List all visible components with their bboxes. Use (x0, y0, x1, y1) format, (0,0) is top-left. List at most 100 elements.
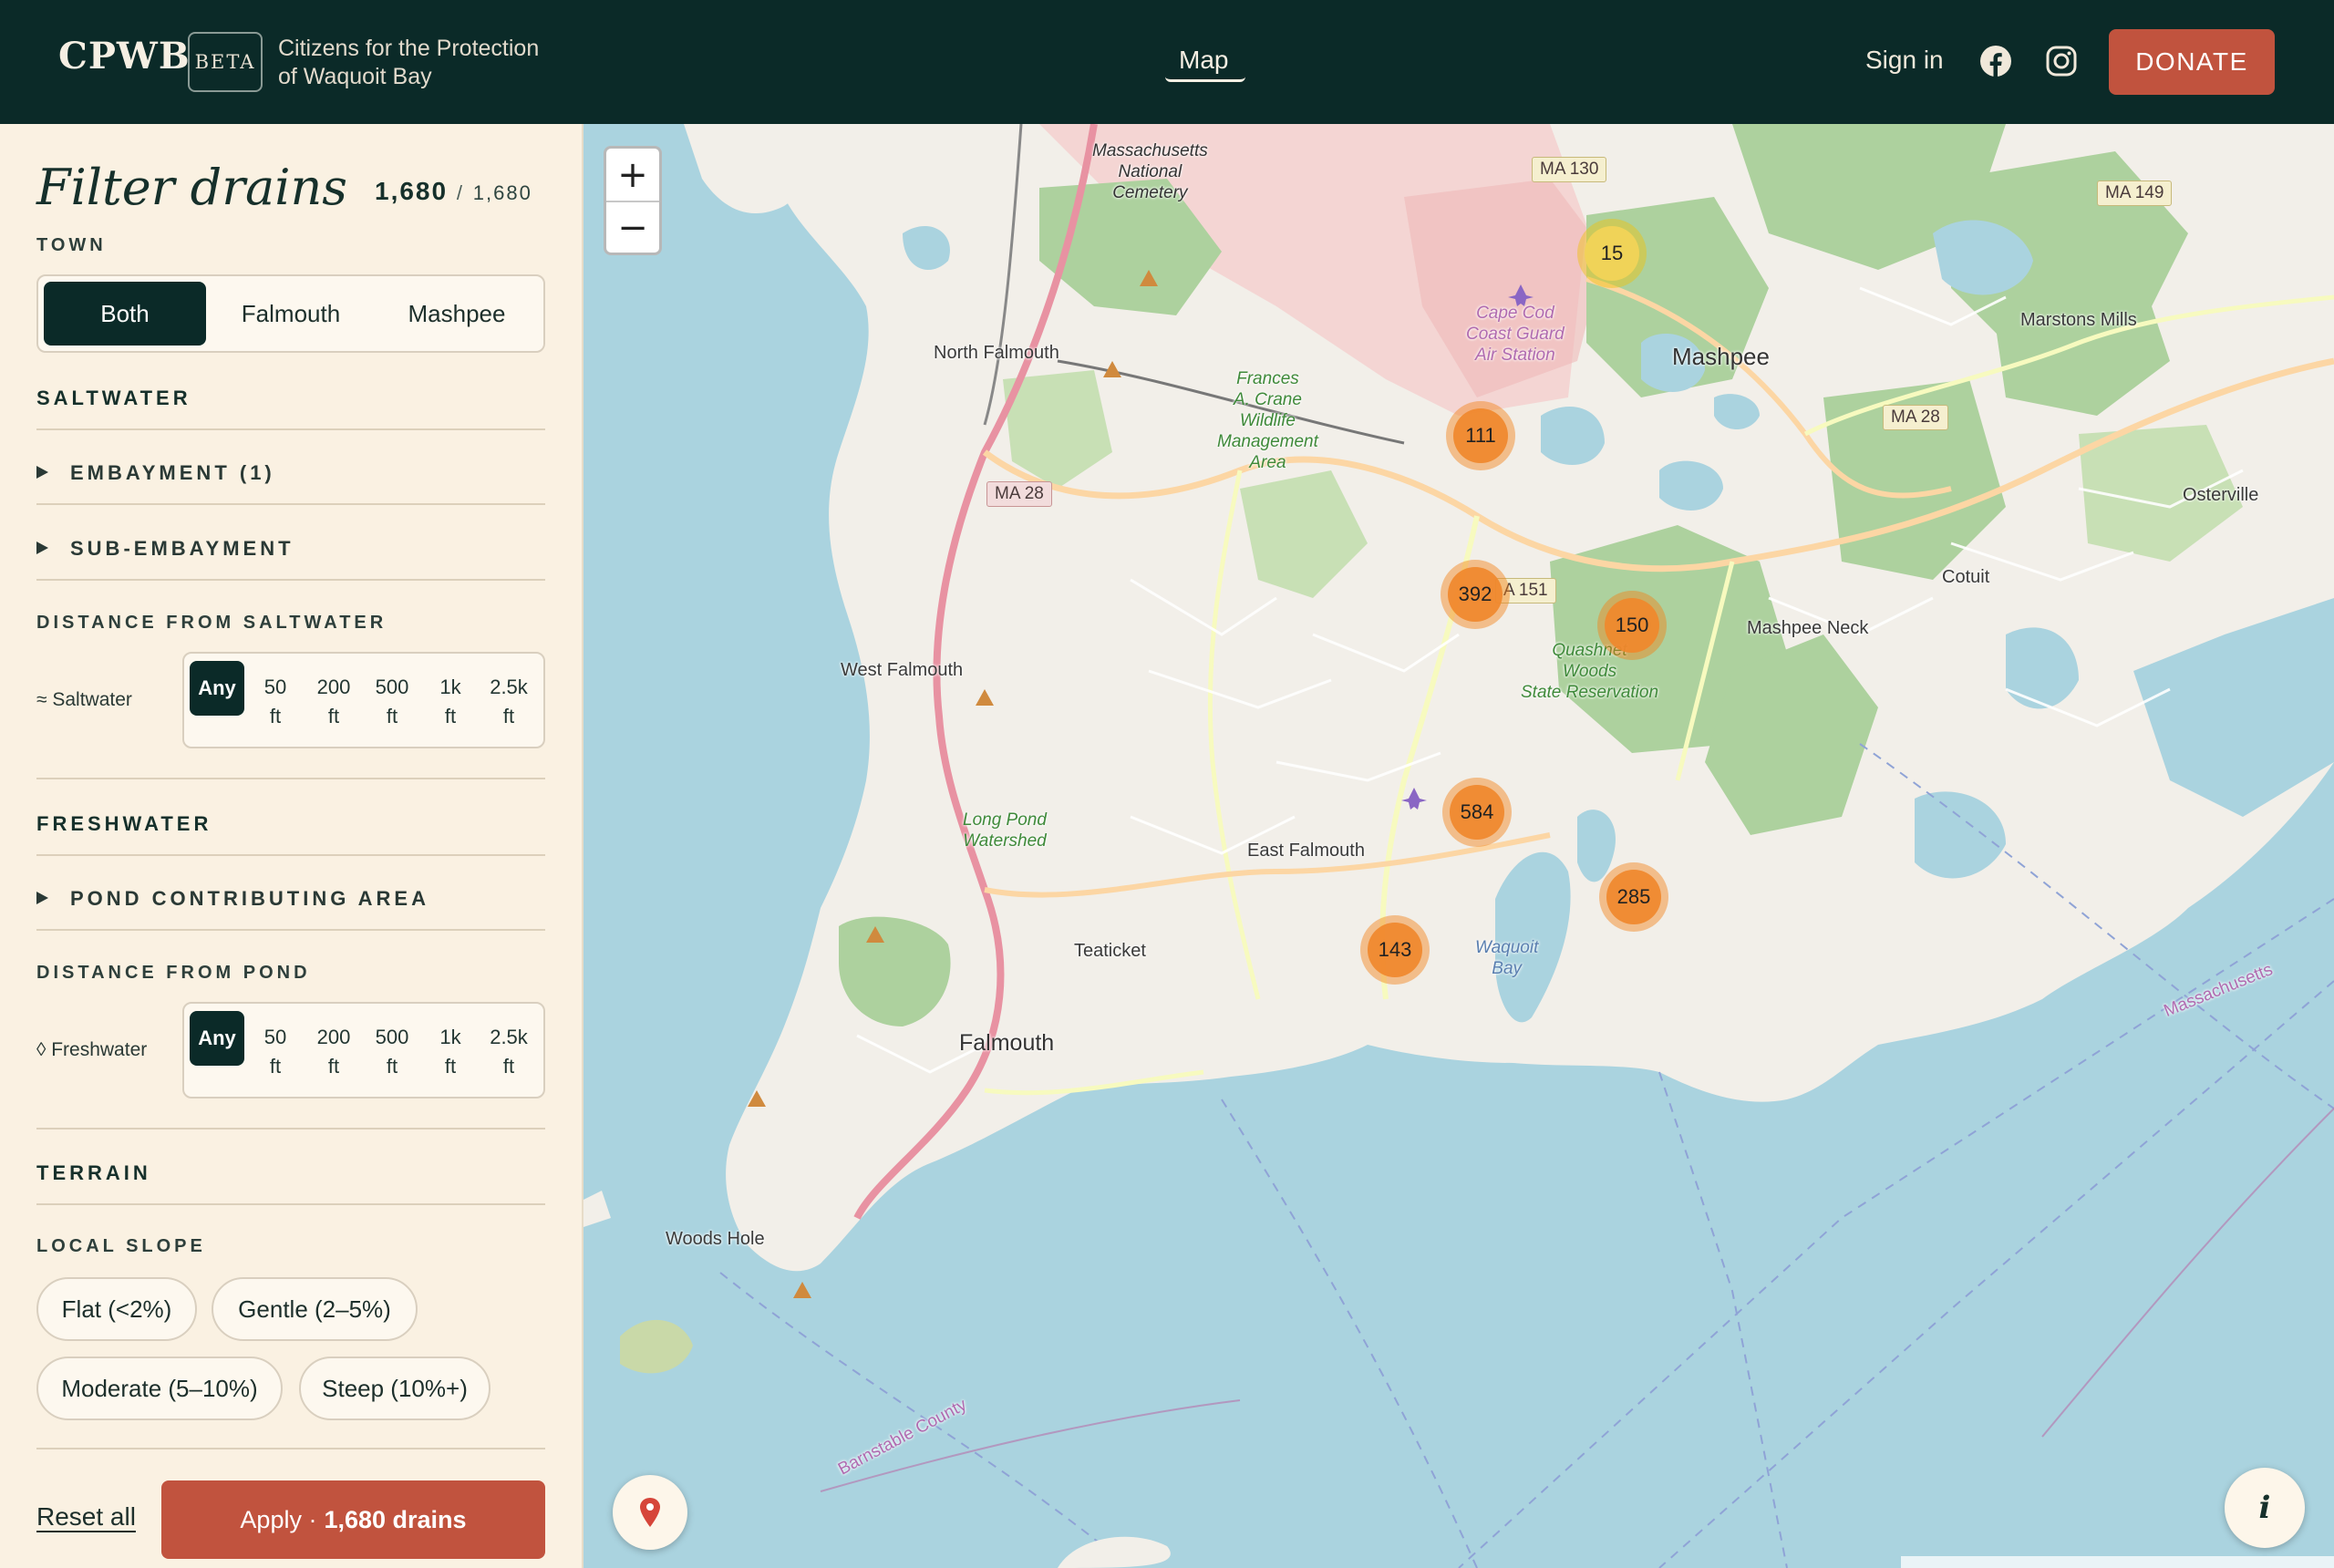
salt-dist-2-5k[interactable]: 2.5k ft (481, 661, 536, 739)
embayment-toggle[interactable]: EMBAYMENT (1) (36, 461, 275, 485)
divider (36, 579, 545, 581)
map-pin-icon (640, 1498, 660, 1527)
instagram-icon[interactable] (2045, 45, 2078, 77)
map-label-osterville: Osterville (2183, 485, 2259, 505)
drain-cluster-count: 143 (1368, 923, 1422, 977)
drain-count-separator: / (456, 181, 464, 204)
drain-cluster-marker[interactable]: 285 (1599, 862, 1668, 932)
map-label-mashpee: Mashpee (1672, 343, 1770, 370)
drain-cluster-count: 584 (1450, 785, 1504, 840)
divider (36, 929, 545, 931)
drain-cluster-count: 111 (1453, 408, 1508, 463)
slope-steep-chip[interactable]: Steep (10%+) (299, 1357, 491, 1420)
reset-all-link[interactable]: Reset all (36, 1502, 136, 1532)
drain-cluster-marker[interactable]: 392 (1441, 560, 1510, 629)
drain-count-total: 1,680 (472, 181, 532, 204)
org-name-line2: of Waquoit Bay (278, 64, 432, 89)
salt-dist-50[interactable]: 50 ft (248, 661, 303, 739)
map-label-crane-wma: Frances A. Crane Wildlife Management Area (1217, 369, 1318, 472)
drain-count: 1,680 / 1,680 (375, 177, 532, 206)
expand-triangle-icon (36, 542, 48, 555)
map-label-mashpee-neck: Mashpee Neck (1747, 618, 1869, 638)
facebook-icon[interactable] (1979, 45, 2012, 77)
saltwater-distance-selector: Any 50 ft 200 ft 500 ft 1k ft 2.5k ft (182, 652, 545, 748)
drain-count-shown: 1,680 (375, 177, 449, 205)
salt-dist-200[interactable]: 200 ft (306, 661, 361, 739)
slope-flat-chip[interactable]: Flat (<2%) (36, 1277, 197, 1341)
salt-dist-any[interactable]: Any (190, 661, 244, 716)
beta-badge: BETA (188, 32, 263, 92)
salt-dist-50-value: 50 (263, 676, 287, 698)
apply-count: 1,680 drains (324, 1505, 467, 1533)
drain-cluster-count: 392 (1448, 567, 1503, 622)
locate-button[interactable] (613, 1475, 687, 1550)
top-header: CPWB BETA Citizens for the Protection of… (0, 0, 2334, 124)
pond-dist-200-value: 200 (316, 1026, 351, 1048)
pond-dist-50-unit: ft (269, 1055, 282, 1078)
map-label-teaticket: Teaticket (1074, 941, 1146, 961)
salt-dist-200-value: 200 (316, 676, 351, 698)
distance-saltwater-label: DISTANCE FROM SALTWATER (36, 613, 387, 633)
pond-dist-2-5k[interactable]: 2.5k ft (481, 1011, 536, 1089)
town-option-both[interactable]: Both (44, 282, 206, 346)
pond-dist-1k-value: 1k (439, 1026, 461, 1048)
map-shield-ma130: MA 130 (1532, 157, 1607, 182)
pond-area-toggle[interactable]: POND CONTRIBUTING AREA (36, 887, 429, 911)
town-option-falmouth[interactable]: Falmouth (210, 282, 372, 346)
slope-moderate-chip[interactable]: Moderate (5–10%) (36, 1357, 283, 1420)
salt-dist-500-value: 500 (375, 676, 409, 698)
info-button[interactable]: i (2225, 1468, 2305, 1548)
nav-map-link[interactable]: Map (1179, 46, 1228, 75)
pond-dist-200[interactable]: 200 ft (306, 1011, 361, 1089)
salt-dist-1k[interactable]: 1k ft (423, 661, 478, 739)
pond-dist-500-value: 500 (375, 1026, 409, 1048)
expand-triangle-icon (36, 892, 48, 905)
distance-pond-label: DISTANCE FROM POND (36, 963, 311, 983)
zoom-out-button[interactable]: − (606, 201, 659, 253)
salt-dist-500-unit: ft (386, 705, 398, 727)
pond-dist-any[interactable]: Any (190, 1011, 244, 1066)
salt-dist-1k-unit: ft (444, 705, 457, 727)
map-view[interactable]: Massachusetts National Cemetery MA 130 MA … (584, 124, 2334, 1568)
saltwater-heading: SALTWATER (36, 387, 191, 409)
map-basemap[interactable] (584, 124, 2334, 1568)
drain-cluster-count: 15 (1585, 226, 1639, 281)
pond-dist-1k[interactable]: 1k ft (423, 1011, 478, 1089)
map-shield-ma149: MA 149 (2097, 181, 2173, 206)
org-name: Citizens for the Protection of Waquoit B… (278, 35, 570, 91)
drain-cluster-marker[interactable]: 15 (1577, 219, 1647, 288)
divider (36, 503, 545, 505)
apply-label: Apply · (240, 1505, 317, 1533)
town-selector: Both Falmouth Mashpee (36, 274, 545, 353)
site-logo[interactable]: CPWB (58, 35, 191, 77)
donate-button[interactable]: DONATE (2109, 29, 2275, 95)
pond-dist-200-unit: ft (327, 1055, 340, 1078)
zoom-in-button[interactable]: + (606, 149, 659, 201)
salt-dist-200-unit: ft (327, 705, 340, 727)
salt-dist-2-5k-value: 2.5k (490, 676, 528, 698)
salt-dist-500[interactable]: 500 ft (365, 661, 419, 739)
drain-cluster-marker[interactable]: 111 (1446, 401, 1515, 470)
sign-in-link[interactable]: Sign in (1865, 46, 1944, 75)
town-option-mashpee[interactable]: Mashpee (376, 282, 538, 346)
sub-embayment-toggle[interactable]: SUB-EMBAYMENT (36, 537, 294, 561)
pond-dist-50[interactable]: 50 ft (248, 1011, 303, 1089)
map-label-waquoit-bay: Waquoit Bay (1475, 938, 1539, 978)
map-label-cemetery: Massachusetts National Cemetery (1092, 141, 1208, 202)
pond-dist-500[interactable]: 500 ft (365, 1011, 419, 1089)
slope-gentle-chip[interactable]: Gentle (2–5%) (212, 1277, 418, 1341)
map-label-west-falmouth: West Falmouth (841, 660, 964, 680)
salt-dist-2-5k-unit: ft (502, 705, 515, 727)
pond-dist-1k-unit: ft (444, 1055, 457, 1078)
drain-cluster-marker[interactable]: 150 (1597, 591, 1667, 660)
drain-cluster-marker[interactable]: 584 (1442, 778, 1512, 847)
terrain-heading: TERRAIN (36, 1161, 151, 1184)
filter-title: Filter drains (36, 159, 347, 216)
map-attribution (1901, 1556, 2334, 1568)
pond-dist-500-unit: ft (386, 1055, 398, 1078)
local-slope-label: LOCAL SLOPE (36, 1236, 206, 1256)
drain-cluster-marker[interactable]: 143 (1360, 915, 1430, 985)
map-shield-ma28-west: MA 28 (986, 481, 1052, 507)
org-name-line1: Citizens for the Protection (278, 36, 540, 61)
apply-button[interactable]: Apply · 1,680 drains (161, 1480, 545, 1559)
